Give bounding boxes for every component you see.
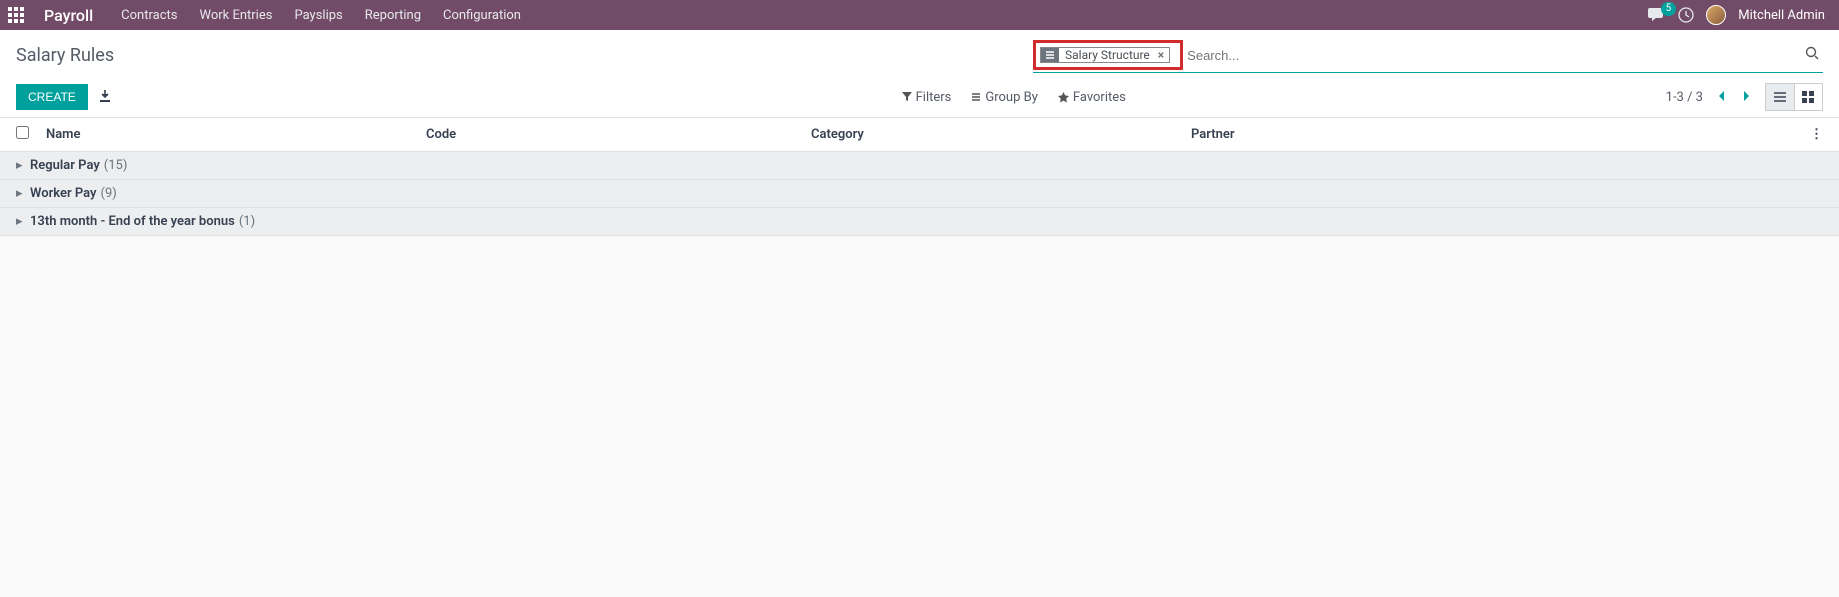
search-tag: Salary Structure ×	[1040, 47, 1170, 63]
group-row[interactable]: ▸ Regular Pay (15)	[0, 152, 1839, 180]
search-tag-highlight: Salary Structure ×	[1033, 40, 1183, 70]
groupby-icon	[1041, 48, 1059, 62]
col-options-icon[interactable]: ⋮	[1803, 127, 1823, 142]
group-row[interactable]: ▸ 13th month - End of the year bonus (1)	[0, 208, 1839, 236]
export-button[interactable]	[98, 89, 112, 106]
caret-right-icon: ▸	[16, 214, 26, 229]
groupby-button[interactable]: Group By	[971, 90, 1038, 105]
app-title[interactable]: Payroll	[44, 6, 93, 25]
list-view-button[interactable]	[1766, 84, 1794, 110]
create-button[interactable]: CREATE	[16, 84, 88, 110]
nav-contracts[interactable]: Contracts	[117, 8, 181, 23]
caret-right-icon: ▸	[16, 158, 26, 173]
favorites-label: Favorites	[1073, 90, 1126, 105]
activity-icon[interactable]	[1678, 7, 1694, 23]
pager-text: 1-3 / 3	[1666, 90, 1703, 105]
search-tag-label: Salary Structure	[1059, 48, 1156, 62]
nav-work-entries[interactable]: Work Entries	[195, 8, 276, 23]
top-navbar: Payroll Contracts Work Entries Payslips …	[0, 0, 1839, 30]
search-tag-remove[interactable]: ×	[1156, 48, 1169, 62]
view-switcher	[1765, 83, 1823, 111]
group-count: (15)	[104, 158, 128, 173]
col-code[interactable]: Code	[426, 127, 811, 142]
col-partner[interactable]: Partner	[1191, 127, 1803, 142]
apps-icon[interactable]	[8, 7, 24, 23]
group-row[interactable]: ▸ Worker Pay (9)	[0, 180, 1839, 208]
kanban-view-button[interactable]	[1794, 84, 1822, 110]
group-count: (1)	[239, 214, 255, 229]
control-panel: Salary Rules Salary Structure × CREATE	[0, 30, 1839, 117]
page-title: Salary Rules	[16, 45, 114, 66]
search-bar: Salary Structure ×	[1033, 38, 1823, 73]
group-label: Regular Pay	[30, 158, 100, 173]
table-header: Name Code Category Partner ⋮	[0, 117, 1839, 152]
filters-button[interactable]: Filters	[902, 90, 952, 105]
nav-configuration[interactable]: Configuration	[439, 8, 525, 23]
nav-reporting[interactable]: Reporting	[361, 8, 425, 23]
search-icon[interactable]	[1801, 44, 1823, 66]
pager-prev[interactable]	[1713, 86, 1729, 109]
search-input[interactable]	[1183, 46, 1801, 65]
messages-badge: 5	[1661, 2, 1677, 16]
group-label: Worker Pay	[30, 186, 97, 201]
user-name[interactable]: Mitchell Admin	[1738, 8, 1825, 23]
col-name[interactable]: Name	[46, 127, 426, 142]
select-all-checkbox[interactable]	[16, 126, 29, 139]
group-count: (9)	[101, 186, 117, 201]
pager-next[interactable]	[1739, 86, 1755, 109]
caret-right-icon: ▸	[16, 186, 26, 201]
groupby-label: Group By	[985, 90, 1038, 105]
nav-payslips[interactable]: Payslips	[290, 8, 346, 23]
messages-icon[interactable]: 5	[1648, 8, 1666, 22]
filters-label: Filters	[916, 90, 952, 105]
avatar[interactable]	[1706, 5, 1726, 25]
group-label: 13th month - End of the year bonus	[30, 214, 235, 229]
favorites-button[interactable]: Favorites	[1058, 90, 1126, 105]
col-category[interactable]: Category	[811, 127, 1191, 142]
